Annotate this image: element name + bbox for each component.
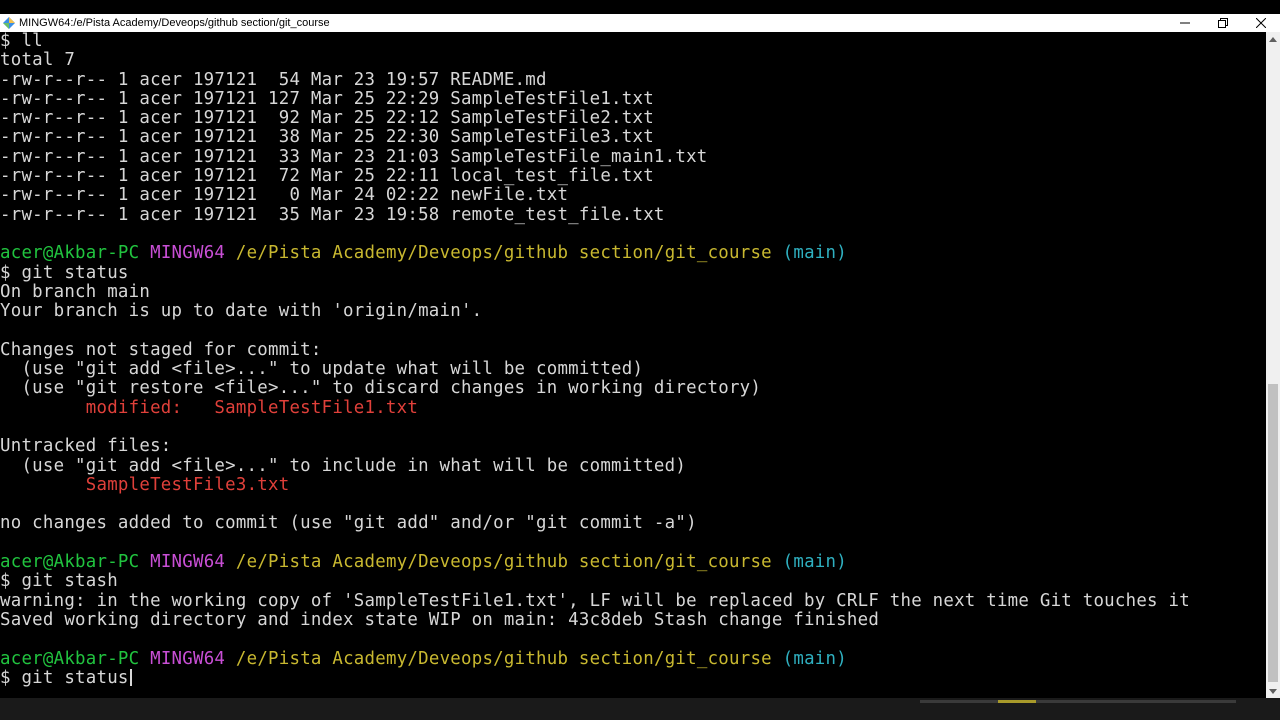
file-listing-row: -rw-r--r-- 1 acer 197121 54 Mar 23 19:57… xyxy=(0,69,547,90)
terminal-line: Untracked files: xyxy=(0,436,172,457)
video-progress-highlight xyxy=(998,700,1036,703)
text-cursor xyxy=(129,669,132,687)
prompt-env: MINGW64 xyxy=(150,243,226,264)
shell-prompt: acer@Akbar-PC MINGW64 /e/Pista Academy/D… xyxy=(0,552,1266,573)
file-listing-row: -rw-r--r-- 1 acer 197121 0 Mar 24 02:22 … xyxy=(0,185,569,206)
terminal-line: (use "git add <file>..." to include in w… xyxy=(0,455,687,476)
scroll-down-button[interactable] xyxy=(1266,684,1280,698)
terminal-line: no changes added to commit (use "git add… xyxy=(0,513,697,534)
restore-icon xyxy=(1218,18,1228,28)
prompt-branch: (main) xyxy=(782,552,847,573)
video-progress-segment xyxy=(920,700,998,703)
chevron-down-icon xyxy=(1269,688,1277,694)
prompt-user-host: acer@Akbar-PC xyxy=(0,648,140,669)
top-black-strip xyxy=(0,0,1280,14)
terminal-line: Your branch is up to date with 'origin/m… xyxy=(0,301,483,322)
terminal-line: total 7 xyxy=(0,50,76,71)
prompt-user-host: acer@Akbar-PC xyxy=(0,243,140,264)
file-listing-row: -rw-r--r-- 1 acer 197121 33 Mar 23 21:03… xyxy=(0,146,708,167)
untracked-file-line: SampleTestFile3.txt xyxy=(0,474,1266,495)
prompt-branch: (main) xyxy=(782,243,847,264)
file-listing-row: -rw-r--r-- 1 acer 197121 38 Mar 25 22:30… xyxy=(0,127,654,148)
shell-prompt: acer@Akbar-PC MINGW64 /e/Pista Academy/D… xyxy=(0,648,1266,669)
prompt-path: /e/Pista Academy/Deveops/github section/… xyxy=(235,648,772,669)
minimize-icon xyxy=(1180,22,1190,24)
minimize-button[interactable] xyxy=(1166,14,1204,32)
prompt-path: /e/Pista Academy/Deveops/github section/… xyxy=(235,552,772,573)
chevron-up-icon xyxy=(1269,36,1277,42)
window-titlebar[interactable]: MINGW64:/e/Pista Academy/Deveops/github … xyxy=(0,14,1280,32)
video-progress-segment xyxy=(1036,700,1236,703)
window-title: MINGW64:/e/Pista Academy/Deveops/github … xyxy=(19,17,330,29)
prompt-branch: (main) xyxy=(782,648,847,669)
terminal-command: $ git status xyxy=(0,262,129,283)
vertical-scrollbar[interactable] xyxy=(1266,32,1280,698)
terminal-line: Saved working directory and index state … xyxy=(0,609,880,630)
untracked-file: SampleTestFile3.txt xyxy=(85,474,290,495)
scroll-thumb[interactable] xyxy=(1268,384,1278,682)
prompt-env: MINGW64 xyxy=(150,648,226,669)
shell-prompt: acer@Akbar-PC MINGW64 /e/Pista Academy/D… xyxy=(0,244,1266,263)
close-icon xyxy=(1256,18,1266,28)
terminal-line: Changes not staged for commit: xyxy=(0,339,322,360)
prompt-env: MINGW64 xyxy=(150,552,226,573)
prompt-user-host: acer@Akbar-PC xyxy=(0,552,140,573)
modified-label: modified: xyxy=(0,397,215,418)
mingw-diamond-icon xyxy=(2,16,16,30)
file-listing-row: -rw-r--r-- 1 acer 197121 92 Mar 25 22:12… xyxy=(0,108,654,129)
terminal-line: (use "git add <file>..." to update what … xyxy=(0,359,644,380)
command-input-line[interactable]: $ git status xyxy=(0,668,1266,688)
restore-button[interactable] xyxy=(1204,14,1242,32)
prompt-path: /e/Pista Academy/Deveops/github section/… xyxy=(235,243,772,264)
file-listing-row: -rw-r--r-- 1 acer 197121 127 Mar 25 22:2… xyxy=(0,88,654,109)
terminal-line: On branch main xyxy=(0,281,151,302)
terminal-line: warning: in the working copy of 'SampleT… xyxy=(0,590,1190,611)
scroll-up-button[interactable] xyxy=(1266,32,1280,46)
file-listing-row: -rw-r--r-- 1 acer 197121 35 Mar 23 19:58… xyxy=(0,204,665,225)
modified-file: SampleTestFile1.txt xyxy=(214,397,419,418)
bottom-black-strip xyxy=(0,698,1280,720)
file-listing-row: -rw-r--r-- 1 acer 197121 72 Mar 25 22:11… xyxy=(0,166,654,187)
terminal-command: $ git stash xyxy=(0,571,118,592)
modified-file-line: modified: SampleTestFile1.txt xyxy=(0,397,1266,418)
terminal-command: $ ll xyxy=(0,32,43,51)
close-button[interactable] xyxy=(1242,14,1280,32)
terminal-line: (use "git restore <file>..." to discard … xyxy=(0,378,762,399)
terminal-output[interactable]: $ ll total 7 -rw-r--r-- 1 acer 197121 54… xyxy=(0,32,1266,698)
command-input[interactable]: $ git status xyxy=(0,668,129,688)
